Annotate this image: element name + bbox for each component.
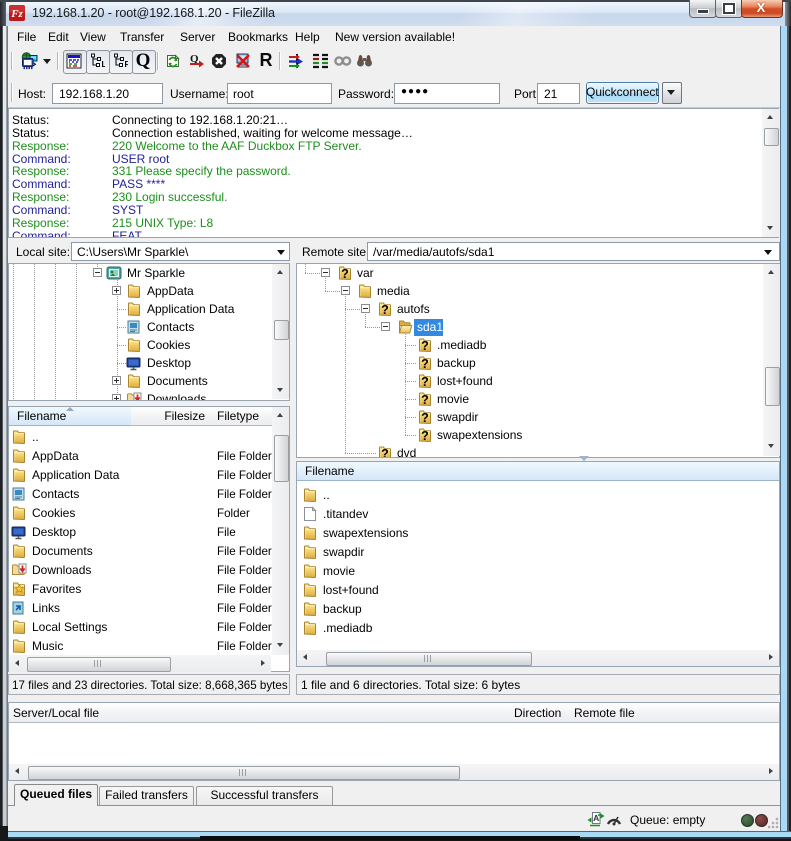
svg-text:F: F xyxy=(125,60,129,69)
svg-text:L: L xyxy=(102,60,106,69)
svg-text:Fz: Fz xyxy=(10,8,23,20)
